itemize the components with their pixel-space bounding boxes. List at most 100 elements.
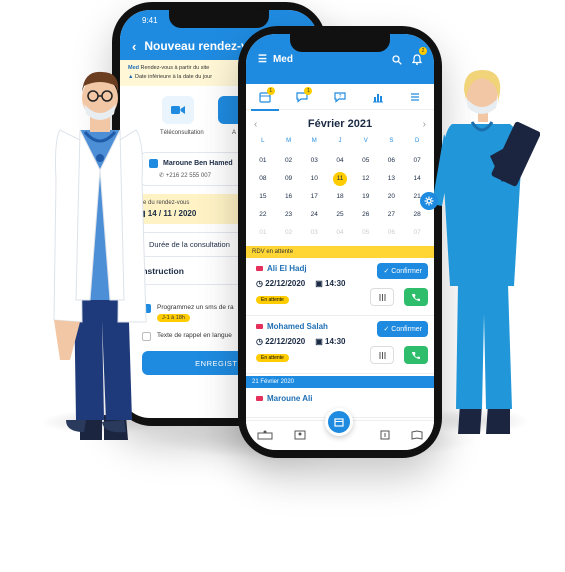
- video-consult-icon: [256, 396, 263, 401]
- nav-agenda-icon[interactable]: [380, 427, 390, 445]
- tab-stats[interactable]: [368, 87, 388, 107]
- settings-gear-icon[interactable]: [420, 192, 438, 210]
- patient-phone: +216 22 555 007: [165, 173, 211, 179]
- calendar-day[interactable]: 20: [379, 190, 405, 204]
- calendar-day[interactable]: 07: [404, 154, 430, 168]
- tab-messages[interactable]: 1: [292, 86, 313, 107]
- calendar-day[interactable]: 09: [276, 172, 302, 186]
- weekday-label: V: [363, 138, 368, 144]
- appointment-patient: Ali El Hadj: [267, 264, 307, 273]
- appointment-time: 14:30: [325, 337, 346, 346]
- status-badge: En attente: [256, 296, 289, 304]
- menu-icon[interactable]: ☰: [258, 54, 267, 65]
- weekday-label: J: [338, 138, 342, 144]
- calendar-day[interactable]: 03: [301, 226, 327, 240]
- calendar-day[interactable]: 04: [327, 226, 353, 240]
- tab-calendar[interactable]: 1: [250, 86, 279, 111]
- nav-home-icon[interactable]: [257, 427, 273, 445]
- calendar-add-icon: [334, 418, 344, 427]
- bell-icon[interactable]: 2: [411, 47, 427, 70]
- calendar-day[interactable]: 04: [327, 154, 353, 168]
- calendar-day[interactable]: 05: [353, 226, 379, 240]
- nav-documents-icon[interactable]: [411, 427, 423, 445]
- pending-band: RDV en attente: [246, 246, 434, 258]
- mode-other-label: A: [231, 130, 236, 136]
- calendar-day[interactable]: 18: [327, 190, 353, 204]
- agenda-screen: ☰ Med 2 1 1 ? ‹ Février 2021 › L M M J V…: [246, 34, 434, 450]
- weekday-label: L: [261, 138, 265, 144]
- calendar-day[interactable]: 02: [276, 226, 302, 240]
- confirm-button[interactable]: ✓ Confirmer: [377, 263, 428, 279]
- calendar-day[interactable]: 25: [327, 208, 353, 222]
- calendar-day[interactable]: 13: [379, 172, 405, 186]
- calendar-day[interactable]: 14: [404, 172, 430, 186]
- search-icon[interactable]: [392, 52, 402, 70]
- mode-teleconsultation[interactable]: Téléconsultation: [160, 96, 204, 136]
- appointment-card[interactable]: Mohamed Salah ◷ 22/12/2020 ▣ 14:30 En att…: [246, 316, 434, 374]
- calendar-day[interactable]: 15: [250, 190, 276, 204]
- nurse-illustration: [432, 70, 540, 434]
- calendar-day[interactable]: 12: [353, 172, 379, 186]
- tab-messages-badge: 1: [304, 86, 313, 95]
- calendar-day[interactable]: 24: [301, 208, 327, 222]
- appointment-date: 22/12/2020: [265, 337, 306, 346]
- weekday-label: D: [414, 138, 420, 144]
- calendar-day[interactable]: 03: [301, 154, 327, 168]
- calendar-day[interactable]: 06: [379, 154, 405, 168]
- calendar-day[interactable]: 02: [276, 154, 302, 168]
- calendar-day[interactable]: 26: [353, 208, 379, 222]
- nav-patients-icon[interactable]: [294, 427, 306, 445]
- calendar-day[interactable]: 01: [250, 154, 276, 168]
- weekday-label: M: [286, 138, 292, 144]
- adjust-icon[interactable]: [370, 346, 394, 364]
- calendar-day[interactable]: 27: [379, 208, 405, 222]
- patient-name: Maroune Ben Hamed: [163, 160, 233, 167]
- calendar-day[interactable]: 11: [332, 172, 347, 186]
- calendar-day[interactable]: 28: [404, 208, 430, 222]
- calendar-day[interactable]: 05: [353, 154, 379, 168]
- help-icon: ?: [334, 91, 346, 103]
- call-icon[interactable]: [404, 288, 428, 306]
- back-arrow-icon[interactable]: ‹: [132, 39, 136, 54]
- mode-teleconsultation-label: Téléconsultation: [160, 130, 204, 136]
- weekday-label: M: [311, 138, 317, 144]
- chart-icon: [372, 93, 383, 102]
- calendar-day[interactable]: 22: [250, 208, 276, 222]
- notch: [290, 34, 390, 52]
- sms-label: Programmez un sms de ra: [157, 304, 234, 311]
- month-label: Février 2021: [307, 118, 373, 130]
- add-appointment-button[interactable]: [325, 408, 353, 436]
- calendar-day[interactable]: 06: [379, 226, 405, 240]
- sms-chip: J-1 à 18h: [157, 314, 190, 322]
- appointment-card[interactable]: Ali El Hadj ◷ 22/12/2020 ▣ 14:30 En atten…: [246, 258, 434, 316]
- svg-text:?: ?: [339, 94, 342, 100]
- month-navigator: ‹ Février 2021 ›: [246, 110, 434, 134]
- next-month-icon[interactable]: ›: [423, 119, 426, 130]
- status-time: 9:41: [142, 16, 158, 25]
- calendar-day[interactable]: 07: [404, 226, 430, 240]
- appointment-time: 14:30: [325, 279, 346, 288]
- video-consult-icon: [256, 324, 263, 329]
- confirm-label: Confirmer: [391, 326, 422, 333]
- doctor-illustration: [53, 71, 147, 440]
- tab-bar: 1 1 ?: [246, 84, 434, 111]
- calendar-day[interactable]: 17: [301, 190, 327, 204]
- tab-more[interactable]: [405, 87, 425, 107]
- confirm-label: Confirmer: [391, 268, 422, 275]
- tab-help[interactable]: ?: [330, 87, 350, 107]
- call-icon[interactable]: [404, 346, 428, 364]
- calendar-day[interactable]: 19: [353, 190, 379, 204]
- calendar-grid: L M M J V S D 01 02 03 04 05 06 07 08 09 10 11 12 13 14 15 16 1…: [246, 134, 434, 244]
- prev-month-icon[interactable]: ‹: [254, 119, 257, 130]
- adjust-icon[interactable]: [370, 288, 394, 306]
- calendar-day[interactable]: 10: [301, 172, 327, 186]
- calendar-day[interactable]: 08: [250, 172, 276, 186]
- confirm-button[interactable]: ✓ Confirmer: [377, 321, 428, 337]
- calendar-day[interactable]: 23: [276, 208, 302, 222]
- calendar-day[interactable]: 01: [250, 226, 276, 240]
- date-band: 21 Février 2020: [246, 376, 434, 388]
- duration-label: Durée de la consultation: [149, 240, 230, 249]
- reminder-label: Texte de rappel en langue: [157, 332, 232, 339]
- calendar-day[interactable]: 16: [276, 190, 302, 204]
- status-badge: En attente: [256, 354, 289, 362]
